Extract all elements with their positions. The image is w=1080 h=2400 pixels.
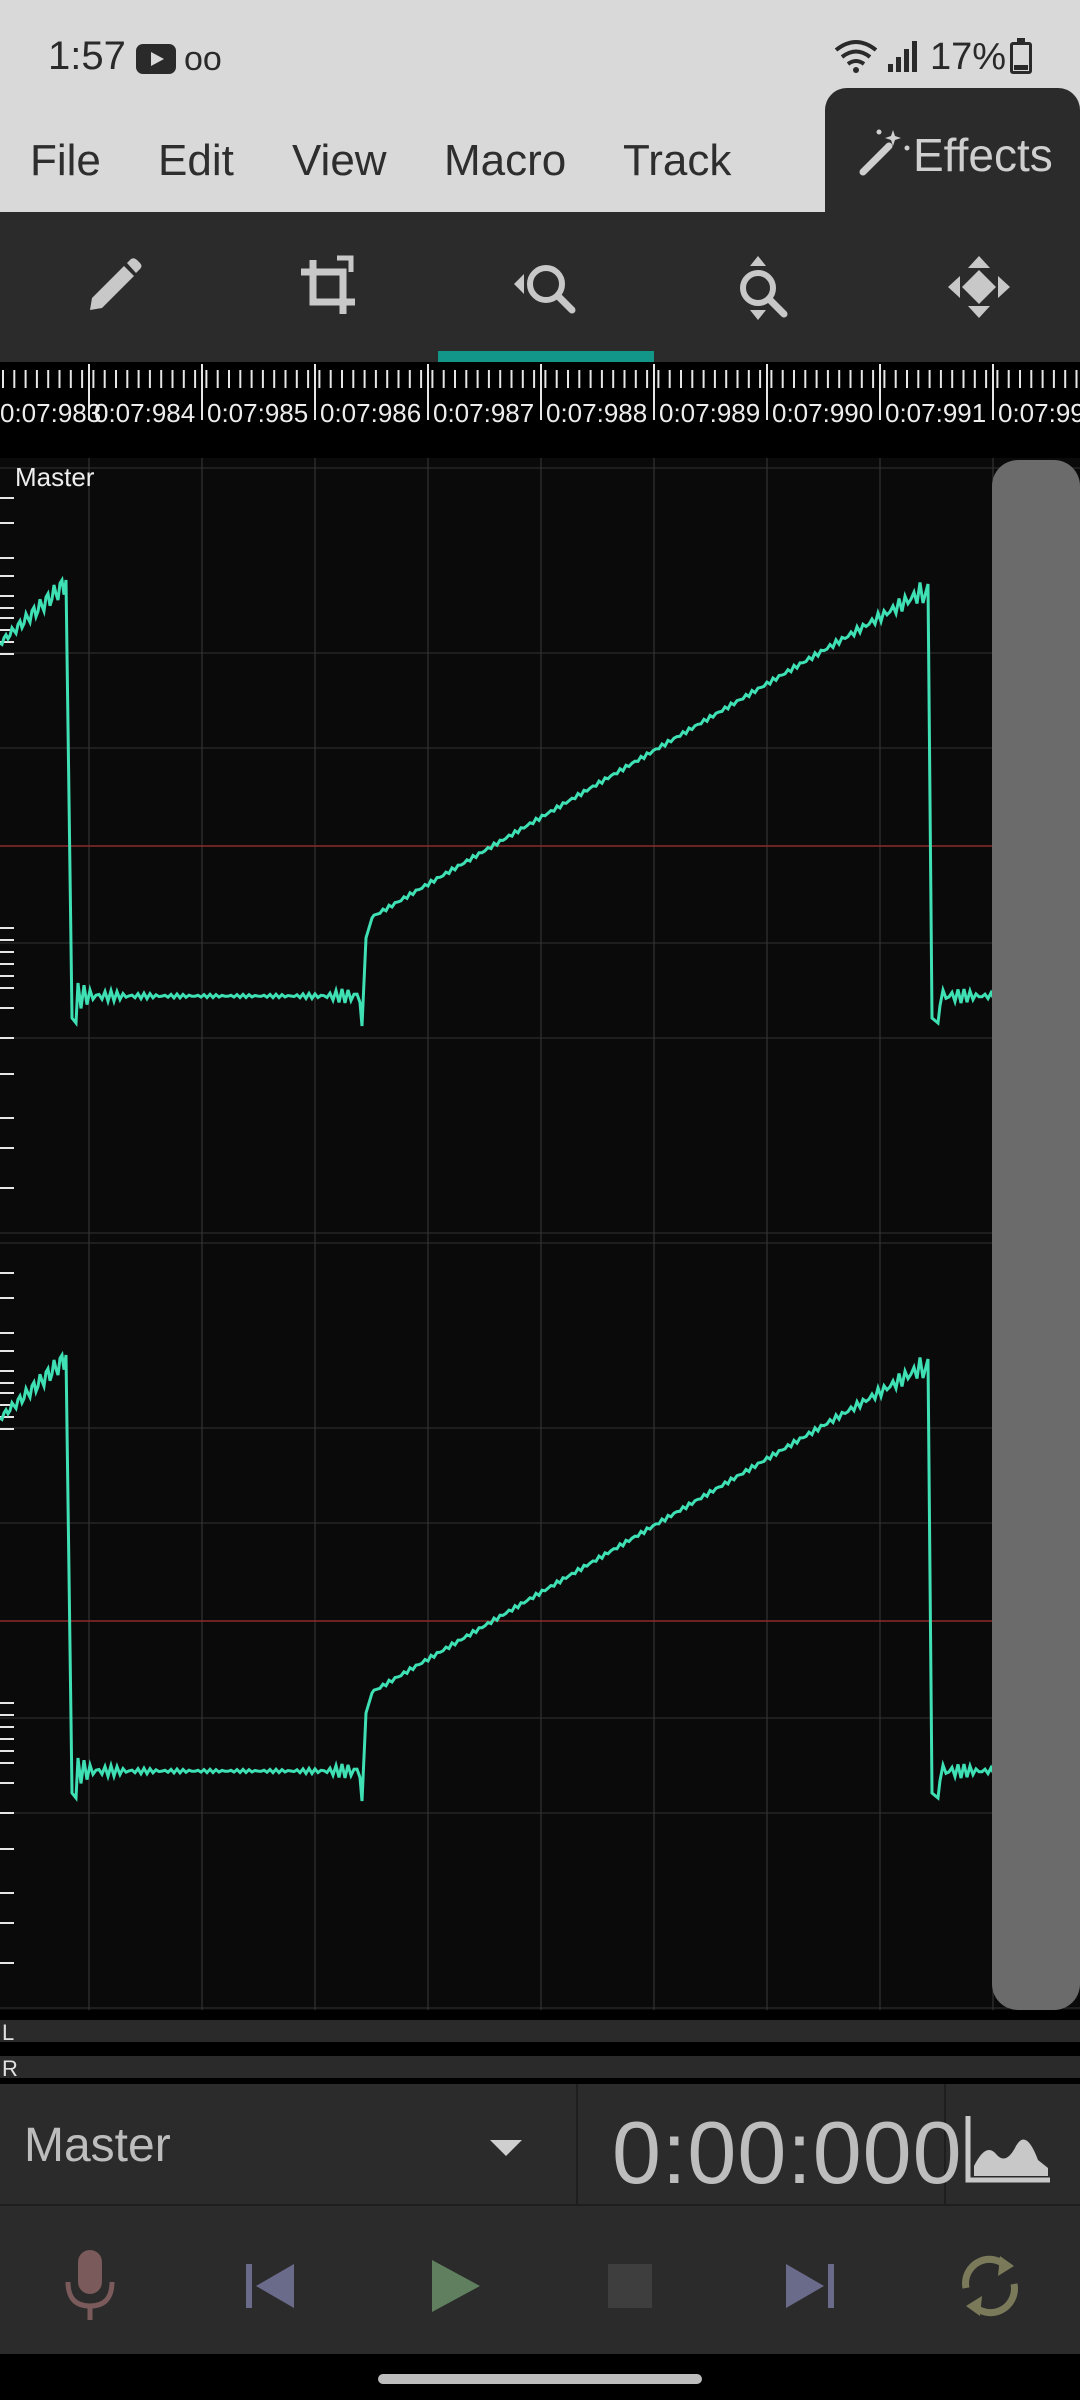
timeline-label: 0:07:991	[885, 398, 987, 428]
timeline-label: 0:07:987	[433, 398, 535, 428]
transport-bar	[0, 2204, 1080, 2354]
zoom-vertical-tool[interactable]	[728, 252, 798, 322]
battery-icon	[1010, 38, 1032, 74]
move-arrows-icon	[948, 256, 1010, 318]
waveform-area[interactable]	[0, 458, 1080, 2010]
skip-back-button[interactable]	[230, 2246, 310, 2326]
selection-tool[interactable]	[293, 252, 363, 322]
timeline-ruler[interactable]: 0:07:983 0:07:984 0:07:985 0:07:986 0:07…	[0, 362, 1080, 458]
home-indicator[interactable]	[378, 2374, 702, 2384]
signal-icon	[888, 41, 917, 72]
waveform	[0, 458, 1080, 2010]
left-channel-waveform	[0, 575, 1079, 1028]
crop-icon	[301, 255, 355, 314]
timeline-label: 0:07:986	[320, 398, 422, 428]
youtube-icon	[136, 44, 176, 74]
timeline-label: 0:07:989	[659, 398, 761, 428]
stop-button[interactable]	[590, 2246, 670, 2326]
record-button[interactable]	[50, 2246, 130, 2326]
time-value: 0:00:000	[612, 2103, 963, 2202]
system-nav-bar	[0, 2354, 1080, 2400]
vertical-scrollbar[interactable]	[992, 460, 1080, 2010]
move-tool[interactable]	[944, 252, 1014, 322]
right-level-meter	[0, 2056, 1080, 2078]
skip-back-icon	[246, 2264, 294, 2308]
zoom-horizontal-tool[interactable]	[510, 252, 580, 322]
skip-forward-button[interactable]	[770, 2246, 850, 2326]
active-tool-indicator	[438, 351, 654, 362]
menu-view[interactable]: View	[292, 126, 387, 196]
magic-wand-icon	[859, 129, 910, 176]
right-channel-label: R	[2, 2056, 18, 2081]
time-display: 0:00:000	[580, 2084, 962, 2204]
spectrum-icon[interactable]	[964, 2106, 1054, 2186]
timeline-label: 0:07:984	[94, 398, 196, 428]
timeline-label: 0:07:988	[546, 398, 648, 428]
menu-file[interactable]: File	[30, 126, 101, 196]
menu-edit[interactable]: Edit	[158, 126, 234, 196]
left-channel-label: L	[2, 2020, 15, 2045]
timeline-label: 0:07:983	[0, 398, 102, 428]
battery-percent: 17%	[930, 36, 1007, 78]
selected-track: Master	[24, 2119, 171, 2172]
wifi-icon	[834, 40, 878, 73]
timeline-label: 0:07:99	[998, 398, 1080, 428]
play-button[interactable]	[414, 2246, 494, 2326]
play-icon	[432, 2260, 480, 2312]
stop-icon	[608, 2264, 652, 2308]
status-time: 1:57	[48, 34, 126, 78]
zoom-horizontal-icon	[514, 265, 576, 314]
loop-button[interactable]	[950, 2246, 1030, 2326]
dropdown-arrow-icon	[490, 2140, 522, 2156]
bottom-panel: Master 0:00:000	[0, 2084, 1080, 2204]
track-selector[interactable]: Master	[0, 2084, 578, 2204]
pencil-icon	[90, 258, 142, 310]
loop-icon	[962, 2255, 1018, 2317]
tool-bar	[0, 212, 1080, 362]
menu-effects[interactable]: Effects	[825, 88, 1080, 212]
menu-track[interactable]: Track	[623, 126, 731, 196]
draw-tool[interactable]	[78, 252, 148, 322]
effects-label: Effects	[913, 129, 1053, 181]
timeline-label: 0:07:990	[772, 398, 874, 428]
right-channel-waveform	[0, 1350, 1079, 1803]
microphone-icon	[65, 2250, 115, 2320]
voicemail-icon: oo	[184, 40, 222, 78]
track-name-label: Master	[15, 462, 95, 492]
menu-macro[interactable]: Macro	[444, 126, 566, 196]
timeline-label: 0:07:985	[207, 398, 309, 428]
zoom-vertical-icon	[740, 256, 788, 320]
skip-forward-icon	[786, 2264, 834, 2308]
left-level-meter	[0, 2020, 1080, 2042]
